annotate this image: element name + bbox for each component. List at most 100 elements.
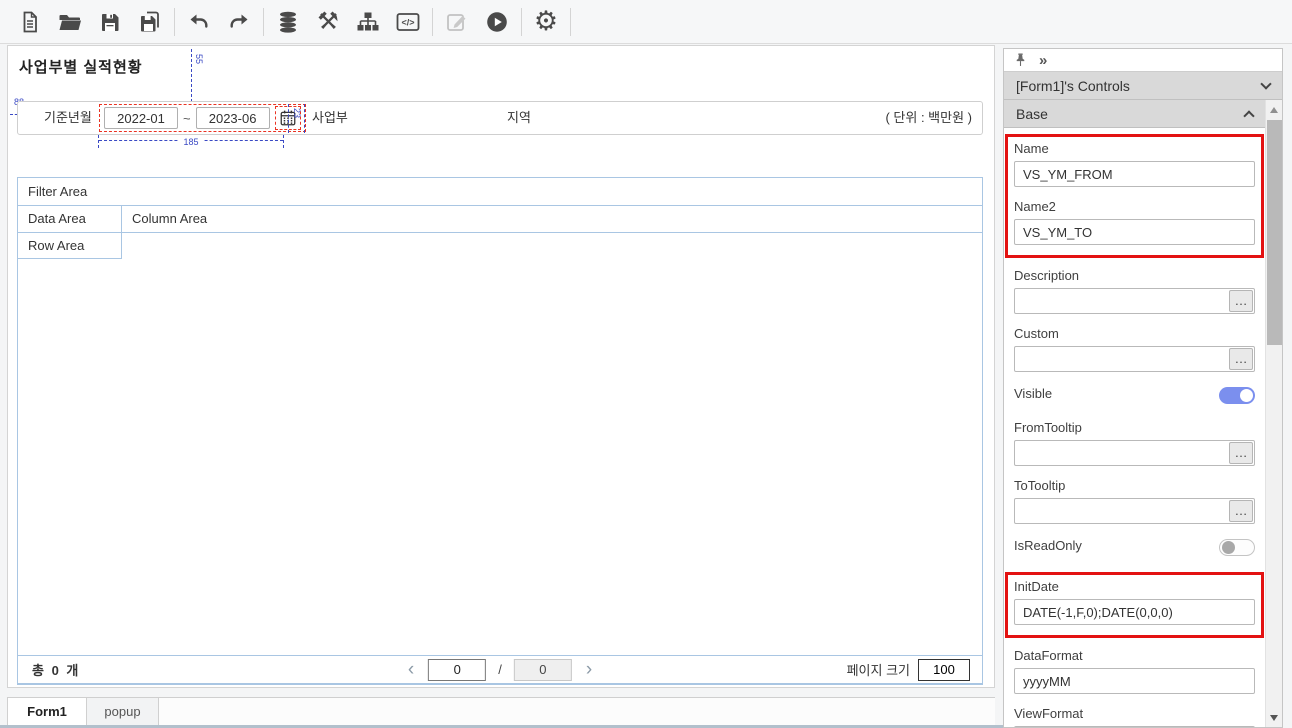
date-to-input[interactable] xyxy=(196,107,270,129)
prop-label: Custom xyxy=(1014,326,1255,341)
fromtooltip-input[interactable] xyxy=(1014,440,1255,466)
controls-header[interactable]: [Form1]'s Controls xyxy=(1004,72,1282,100)
property-row: FromTooltip … xyxy=(1014,420,1255,466)
toolbar-separator xyxy=(570,8,571,36)
region-label: 지역 xyxy=(507,102,531,134)
prop-label: ViewFormat xyxy=(1014,706,1255,721)
property-row: DataFormat xyxy=(1014,648,1255,694)
guide-line-23 xyxy=(288,104,289,133)
ellipsis-button[interactable]: … xyxy=(1229,290,1253,312)
toolbar-separator xyxy=(263,8,264,36)
totooltip-input[interactable] xyxy=(1014,498,1255,524)
name-input[interactable] xyxy=(1014,161,1255,187)
description-input[interactable] xyxy=(1014,288,1255,314)
open-file-button[interactable] xyxy=(50,5,90,39)
panel-scrollbar[interactable] xyxy=(1265,100,1282,728)
settings-button[interactable]: ⚙ xyxy=(526,5,566,39)
report-title: 사업부별 실적현황 xyxy=(19,56,143,77)
toolbar-separator xyxy=(174,8,175,36)
property-row: Visible xyxy=(1014,384,1255,406)
save-all-icon xyxy=(138,10,162,34)
guide-width-185: 185 xyxy=(98,135,284,148)
custom-input[interactable] xyxy=(1014,346,1255,372)
redo-icon xyxy=(227,10,251,34)
toolbar-separator xyxy=(432,8,433,36)
new-file-icon xyxy=(18,10,42,34)
redo-button[interactable] xyxy=(219,5,259,39)
save-button[interactable] xyxy=(90,5,130,39)
chevron-up-icon xyxy=(1243,110,1254,121)
page-size-label: 페이지 크기 xyxy=(847,660,910,679)
database-button[interactable] xyxy=(268,5,308,39)
scrollbar-thumb[interactable] xyxy=(1267,120,1282,345)
properties-panel: » [Form1]'s Controls Base Name Name2 xyxy=(1003,48,1283,728)
scroll-down-icon[interactable] xyxy=(1270,715,1278,721)
controls-header-label: [Form1]'s Controls xyxy=(1016,78,1130,94)
tab-popup[interactable]: popup xyxy=(87,698,159,727)
collapse-panel-icon[interactable]: » xyxy=(1039,53,1047,68)
sitemap-icon xyxy=(356,10,380,34)
guide-label-185: 185 xyxy=(179,137,202,147)
isreadonly-toggle[interactable] xyxy=(1219,539,1255,556)
pin-icon[interactable] xyxy=(1014,52,1027,68)
page-size-input[interactable] xyxy=(918,659,970,681)
dataformat-input[interactable] xyxy=(1014,668,1255,694)
undo-button[interactable] xyxy=(179,5,219,39)
base-month-label: 기준년월 xyxy=(44,102,92,134)
current-page-input[interactable] xyxy=(428,659,486,681)
open-folder-icon xyxy=(57,10,83,34)
form-tab-strip: Form1 popup xyxy=(7,697,995,727)
filter-area-zone[interactable]: Filter Area xyxy=(18,178,982,206)
grid-body-empty xyxy=(18,259,982,655)
highlight-box-initdate: InitDate xyxy=(1005,572,1264,638)
name2-input[interactable] xyxy=(1014,219,1255,245)
guide-label-55: 55 xyxy=(194,54,204,64)
visible-toggle[interactable] xyxy=(1219,387,1255,404)
run-button[interactable] xyxy=(477,5,517,39)
unit-label: ( 단위 : 백만원 ) xyxy=(885,102,972,134)
edit-button[interactable] xyxy=(437,5,477,39)
column-area-zone[interactable]: Column Area xyxy=(122,206,207,232)
code-view-button[interactable]: </> xyxy=(388,5,428,39)
total-count-label: 총 0 개 xyxy=(32,660,80,679)
save-icon xyxy=(98,10,122,34)
chevron-down-icon xyxy=(1260,78,1271,89)
base-section-header[interactable]: Base xyxy=(1004,100,1265,128)
guide-line-23 xyxy=(304,104,305,133)
grid-status-bar: 총 0 개 ‹ / › 페이지 크기 xyxy=(18,655,982,683)
property-row: Custom … xyxy=(1014,326,1255,372)
build-tools-button[interactable]: ⚒ xyxy=(308,5,348,39)
initdate-input[interactable] xyxy=(1014,599,1255,625)
data-area-zone[interactable]: Data Area xyxy=(18,206,122,232)
undo-icon xyxy=(187,10,211,34)
property-row: Name xyxy=(1014,141,1255,187)
prop-label: Description xyxy=(1014,268,1255,283)
edit-pencil-icon xyxy=(445,10,469,34)
prop-label: FromTooltip xyxy=(1014,420,1255,435)
code-icon: </> xyxy=(395,10,421,34)
property-fields: Name Name2 Description … xyxy=(1004,128,1265,728)
sitemap-button[interactable] xyxy=(348,5,388,39)
scroll-up-icon[interactable] xyxy=(1270,107,1278,113)
base-section-label: Base xyxy=(1016,106,1048,122)
date-from-input[interactable] xyxy=(104,107,178,129)
next-page-icon[interactable]: › xyxy=(584,660,594,679)
ellipsis-button[interactable]: … xyxy=(1229,442,1253,464)
save-all-button[interactable] xyxy=(130,5,170,39)
tab-form1[interactable]: Form1 xyxy=(7,698,87,727)
prev-page-icon[interactable]: ‹ xyxy=(406,660,416,679)
panel-toolbar: » xyxy=(1004,49,1282,72)
ellipsis-button[interactable]: … xyxy=(1229,500,1253,522)
prop-label: ToTooltip xyxy=(1014,478,1255,493)
prop-label: InitDate xyxy=(1014,579,1255,594)
prop-label: Visible xyxy=(1014,386,1052,401)
ellipsis-button[interactable]: … xyxy=(1229,348,1253,370)
new-file-button[interactable] xyxy=(10,5,50,39)
date-range-control: ~ xyxy=(99,104,306,132)
pagination: ‹ / › xyxy=(406,659,594,681)
svg-text:</>: </> xyxy=(401,17,414,27)
prop-label: IsReadOnly xyxy=(1014,538,1082,553)
property-row: Description … xyxy=(1014,268,1255,314)
prop-label: Name2 xyxy=(1014,199,1255,214)
row-area-zone[interactable]: Row Area xyxy=(18,233,122,259)
